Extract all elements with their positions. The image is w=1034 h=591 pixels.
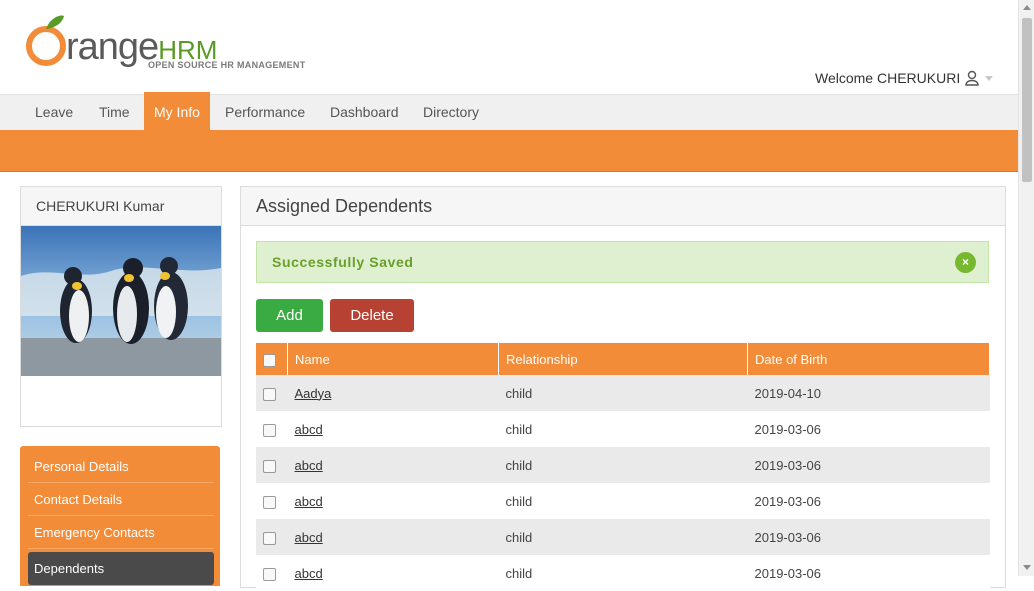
scroll-up-icon[interactable] bbox=[1023, 5, 1031, 10]
chevron-down-icon bbox=[985, 76, 994, 81]
logo-tagline: OPEN SOURCE HR MANAGEMENT bbox=[148, 60, 306, 70]
row-checkbox[interactable] bbox=[263, 567, 276, 581]
table-row: abcd child 2019-03-06 bbox=[256, 555, 990, 591]
success-message: Successfully Saved × bbox=[256, 241, 989, 283]
table-row: abcd child 2019-03-06 bbox=[256, 411, 990, 447]
top-header: rangeHRM OPEN SOURCE HR MANAGEMENT Welco… bbox=[0, 0, 1018, 94]
dob-cell: 2019-03-06 bbox=[747, 483, 990, 519]
row-select-cell bbox=[256, 555, 288, 591]
profile-card: CHERUKURI Kumar bbox=[20, 186, 222, 427]
row-checkbox[interactable] bbox=[263, 387, 276, 401]
dependent-name-link[interactable]: abcd bbox=[295, 530, 323, 545]
success-message-text: Successfully Saved bbox=[272, 254, 414, 270]
table-row: abcd child 2019-03-06 bbox=[256, 447, 990, 483]
name-cell: abcd bbox=[287, 555, 499, 591]
row-select-cell bbox=[256, 447, 288, 483]
relationship-cell: child bbox=[498, 555, 748, 591]
panel-title: Assigned Dependents bbox=[241, 187, 1005, 226]
nav-my-info[interactable]: My Info bbox=[144, 92, 210, 131]
name-cell: Aadya bbox=[287, 375, 499, 411]
row-checkbox[interactable] bbox=[263, 495, 276, 509]
sidebar-item-emergency-contacts[interactable]: Emergency Contacts bbox=[28, 516, 214, 549]
profile-name: CHERUKURI Kumar bbox=[21, 187, 221, 226]
nav-dashboard[interactable]: Dashboard bbox=[320, 95, 409, 131]
nav-performance[interactable]: Performance bbox=[215, 95, 315, 131]
name-cell: abcd bbox=[287, 411, 499, 447]
row-select-cell bbox=[256, 375, 288, 411]
profile-photo[interactable] bbox=[21, 226, 221, 376]
dependent-name-link[interactable]: Aadya bbox=[295, 386, 332, 401]
name-cell: abcd bbox=[287, 519, 499, 555]
sidebar-item-personal-details[interactable]: Personal Details bbox=[28, 450, 214, 483]
select-all-cell bbox=[256, 343, 288, 375]
welcome-text: Welcome CHERUKURI bbox=[815, 70, 961, 86]
subnav-band bbox=[0, 130, 1018, 172]
table-row: abcd child 2019-03-06 bbox=[256, 519, 990, 555]
relationship-cell: child bbox=[498, 519, 748, 555]
column-header-relationship: Relationship bbox=[498, 343, 748, 375]
row-checkbox[interactable] bbox=[263, 531, 276, 545]
welcome-menu[interactable]: Welcome CHERUKURI bbox=[815, 70, 994, 86]
add-button[interactable]: Add bbox=[256, 299, 323, 332]
relationship-cell: child bbox=[498, 411, 748, 447]
table-header-row: Name Relationship Date of Birth bbox=[256, 343, 990, 375]
page-scrollbar[interactable] bbox=[1018, 0, 1034, 576]
relationship-cell: child bbox=[498, 447, 748, 483]
dependent-name-link[interactable]: abcd bbox=[295, 458, 323, 473]
dob-cell: 2019-03-06 bbox=[747, 519, 990, 555]
delete-button[interactable]: Delete bbox=[330, 299, 414, 332]
nav-directory[interactable]: Directory bbox=[413, 95, 489, 131]
logo-main-text: range bbox=[66, 26, 159, 68]
relationship-cell: child bbox=[498, 483, 748, 519]
dependent-name-link[interactable]: abcd bbox=[295, 494, 323, 509]
row-select-cell bbox=[256, 411, 288, 447]
main-nav: Leave Time My Info Performance Dashboard… bbox=[0, 92, 1018, 131]
row-checkbox[interactable] bbox=[263, 423, 276, 437]
name-cell: abcd bbox=[287, 483, 499, 519]
scroll-down-icon[interactable] bbox=[1023, 565, 1031, 570]
scrollbar-thumb[interactable] bbox=[1022, 18, 1032, 182]
column-header-name: Name bbox=[287, 343, 499, 375]
sidebar-item-dependents[interactable]: Dependents bbox=[28, 552, 214, 585]
dependent-name-link[interactable]: abcd bbox=[295, 566, 323, 581]
sidebar-item-contact-details[interactable]: Contact Details bbox=[28, 483, 214, 516]
orangehrm-logo[interactable]: rangeHRM OPEN SOURCE HR MANAGEMENT bbox=[22, 10, 312, 74]
dob-cell: 2019-03-06 bbox=[747, 555, 990, 591]
dob-cell: 2019-03-06 bbox=[747, 411, 990, 447]
table-row: abcd child 2019-03-06 bbox=[256, 483, 990, 519]
user-icon bbox=[965, 70, 979, 86]
dob-cell: 2019-03-06 bbox=[747, 447, 990, 483]
dependents-table: Name Relationship Date of Birth Aadya ch… bbox=[256, 343, 990, 591]
nav-time[interactable]: Time bbox=[89, 95, 140, 131]
row-select-cell bbox=[256, 519, 288, 555]
dob-cell: 2019-04-10 bbox=[747, 375, 990, 411]
sidebar-menu: Personal Details Contact Details Emergen… bbox=[20, 446, 220, 586]
close-message-button[interactable]: × bbox=[955, 252, 976, 273]
row-select-cell bbox=[256, 483, 288, 519]
name-cell: abcd bbox=[287, 447, 499, 483]
dependent-name-link[interactable]: abcd bbox=[295, 422, 323, 437]
nav-leave[interactable]: Leave bbox=[25, 95, 83, 131]
dependents-panel: Assigned Dependents Successfully Saved ×… bbox=[240, 186, 1006, 591]
column-header-dob: Date of Birth bbox=[747, 343, 990, 375]
relationship-cell: child bbox=[498, 375, 748, 411]
select-all-checkbox[interactable] bbox=[263, 353, 276, 367]
row-checkbox[interactable] bbox=[263, 459, 276, 473]
table-row: Aadya child 2019-04-10 bbox=[256, 375, 990, 411]
